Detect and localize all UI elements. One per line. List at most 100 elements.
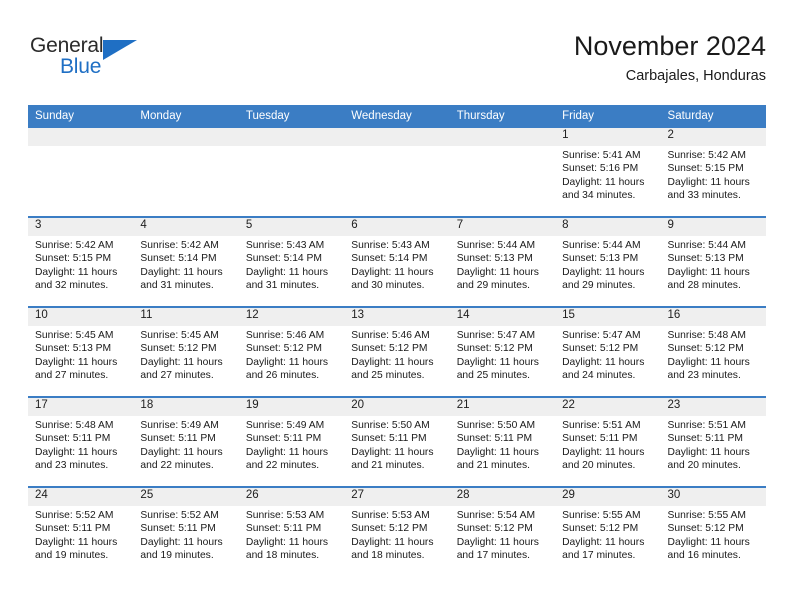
calendar-day-cell[interactable]: 25 Sunrise: 5:52 AM Sunset: 5:11 PM Dayligh… [133, 486, 239, 576]
daylight-duration-line2: and 21 minutes. [456, 460, 530, 472]
calendar-day-cell[interactable]: 19 Sunrise: 5:49 AM Sunset: 5:11 PM Dayligh… [238, 396, 345, 487]
calendar-day-cell[interactable]: 12 Sunrise: 5:46 AM Sunset: 5:12 PM Dayligh… [238, 306, 345, 397]
sunset-time: Sunset: 5:11 PM [351, 433, 427, 445]
daylight-duration-line1: Daylight: 11 hours [562, 266, 645, 278]
day-details: Sunrise: 5:42 AM Sunset: 5:15 PM Daylight:… [661, 146, 766, 203]
calendar-day-cell[interactable]: 18 Sunrise: 5:49 AM Sunset: 5:11 PM Dayligh… [133, 396, 239, 487]
sunset-time: Sunset: 5:15 PM [35, 253, 112, 265]
weekday-header-tuesday: Tuesday [238, 105, 345, 127]
day-number: 19 [238, 398, 345, 416]
sunrise-sunset-calendar: Sunday Monday Tuesday Wednesday Thursday… [28, 105, 766, 576]
sunrise-time: Sunrise: 5:53 AM [245, 510, 325, 521]
calendar-day-cell[interactable]: 20 Sunrise: 5:50 AM Sunset: 5:11 PM Dayligh… [344, 396, 450, 487]
calendar-day-cell[interactable]: 11 Sunrise: 5:45 AM Sunset: 5:12 PM Dayligh… [133, 306, 239, 397]
day-details: Sunrise: 5:41 AM Sunset: 5:16 PM Daylight:… [555, 146, 660, 203]
daylight-duration-line2: and 17 minutes. [562, 550, 636, 562]
calendar-day-cell-empty [28, 126, 134, 217]
sunset-time: Sunset: 5:12 PM [667, 523, 744, 535]
day-number: 6 [344, 218, 450, 236]
calendar-day-cell[interactable]: 29 Sunrise: 5:55 AM Sunset: 5:12 PM Dayligh… [555, 486, 661, 576]
daylight-duration-line1: Daylight: 11 hours [140, 446, 223, 458]
calendar-day-cell[interactable]: 15 Sunrise: 5:47 AM Sunset: 5:12 PM Dayligh… [555, 306, 661, 397]
sunrise-time: Sunrise: 5:53 AM [351, 510, 430, 521]
day-details: Sunrise: 5:55 AM Sunset: 5:12 PM Daylight:… [661, 506, 766, 563]
daylight-duration-line1: Daylight: 11 hours [667, 356, 750, 368]
calendar-day-cell[interactable]: 26 Sunrise: 5:53 AM Sunset: 5:11 PM Dayligh… [238, 486, 345, 576]
sunrise-time: Sunrise: 5:54 AM [456, 510, 536, 521]
sunrise-time: Sunrise: 5:48 AM [667, 330, 746, 341]
day-details: Sunrise: 5:52 AM Sunset: 5:11 PM Daylight:… [28, 506, 133, 563]
day-details: Sunrise: 5:49 AM Sunset: 5:11 PM Daylight:… [239, 416, 344, 473]
day-number: 15 [555, 308, 661, 326]
calendar-day-cell[interactable]: 2 Sunrise: 5:42 AM Sunset: 5:15 PM Daylight… [660, 126, 766, 217]
day-number: 21 [449, 398, 556, 416]
daylight-duration-line2: and 29 minutes. [562, 280, 636, 292]
daylight-duration-line2: and 33 minutes. [667, 190, 741, 202]
sunset-time: Sunset: 5:13 PM [456, 253, 533, 265]
daylight-duration-line2: and 18 minutes. [245, 550, 320, 562]
day-details: Sunrise: 5:54 AM Sunset: 5:12 PM Daylight:… [450, 506, 555, 563]
day-number: 16 [660, 308, 766, 326]
sunset-time: Sunset: 5:11 PM [245, 433, 322, 445]
daylight-duration-line1: Daylight: 11 hours [351, 356, 434, 368]
daylight-duration-line2: and 19 minutes. [140, 550, 214, 562]
calendar-day-cell[interactable]: 10 Sunrise: 5:45 AM Sunset: 5:13 PM Dayligh… [28, 306, 134, 397]
day-details: Sunrise: 5:43 AM Sunset: 5:14 PM Daylight:… [239, 236, 344, 293]
calendar-day-cell[interactable]: 1 Sunrise: 5:41 AM Sunset: 5:16 PM Daylight… [555, 126, 661, 217]
calendar-day-cell[interactable]: 22 Sunrise: 5:51 AM Sunset: 5:11 PM Dayligh… [555, 396, 661, 487]
day-number: 22 [555, 398, 661, 416]
day-number: 4 [133, 218, 239, 236]
calendar-day-cell[interactable]: 13 Sunrise: 5:46 AM Sunset: 5:12 PM Dayligh… [344, 306, 450, 397]
calendar-day-cell[interactable]: 28 Sunrise: 5:54 AM Sunset: 5:12 PM Dayligh… [449, 486, 556, 576]
sunrise-time: Sunrise: 5:48 AM [35, 420, 114, 431]
calendar-day-cell[interactable]: 27 Sunrise: 5:53 AM Sunset: 5:12 PM Dayligh… [344, 486, 450, 576]
calendar-day-cell[interactable]: 30 Sunrise: 5:55 AM Sunset: 5:12 PM Dayligh… [660, 486, 766, 576]
day-number: 29 [555, 488, 661, 506]
daylight-duration-line2: and 25 minutes. [456, 370, 530, 382]
daylight-duration-line2: and 22 minutes. [140, 460, 214, 472]
logo-text-blue: Blue [60, 55, 102, 78]
sunset-time: Sunset: 5:14 PM [351, 253, 428, 265]
daylight-duration-line1: Daylight: 11 hours [140, 356, 223, 368]
daylight-duration-line1: Daylight: 11 hours [351, 446, 434, 458]
daylight-duration-line2: and 27 minutes. [140, 370, 214, 382]
daylight-duration-line1: Daylight: 11 hours [456, 446, 539, 458]
location-subtitle: Carbajales, Honduras [625, 68, 766, 84]
sunset-time: Sunset: 5:13 PM [667, 253, 744, 265]
calendar-day-cell[interactable]: 17 Sunrise: 5:48 AM Sunset: 5:11 PM Dayligh… [28, 396, 134, 487]
sunset-time: Sunset: 5:11 PM [456, 433, 533, 445]
calendar-day-cell[interactable]: 16 Sunrise: 5:48 AM Sunset: 5:12 PM Dayligh… [660, 306, 766, 397]
calendar-day-cell[interactable]: 5 Sunrise: 5:43 AM Sunset: 5:14 PM Daylight… [238, 216, 345, 307]
page-title: November 2024 [573, 31, 766, 61]
weekday-header-row: Sunday Monday Tuesday Wednesday Thursday… [28, 105, 766, 127]
daylight-duration-line1: Daylight: 11 hours [562, 356, 645, 368]
day-details: Sunrise: 5:50 AM Sunset: 5:11 PM Daylight:… [344, 416, 449, 473]
sunset-time: Sunset: 5:11 PM [667, 433, 743, 445]
daylight-duration-line2: and 23 minutes. [667, 370, 741, 382]
sunset-time: Sunset: 5:12 PM [456, 523, 533, 535]
generalblue-logo[interactable]: General Blue [28, 34, 168, 90]
calendar-day-cell[interactable]: 9 Sunrise: 5:44 AM Sunset: 5:13 PM Daylight… [660, 216, 766, 307]
calendar-body: 1 Sunrise: 5:41 AM Sunset: 5:16 PM Daylight… [28, 126, 766, 576]
weekday-header-thursday: Thursday [449, 105, 556, 127]
sunrise-time: Sunrise: 5:52 AM [35, 510, 114, 521]
triangle-icon [103, 40, 137, 60]
day-details: Sunrise: 5:44 AM Sunset: 5:13 PM Daylight:… [661, 236, 766, 293]
calendar-day-cell[interactable]: 23 Sunrise: 5:51 AM Sunset: 5:11 PM Dayligh… [660, 396, 766, 487]
sunrise-time: Sunrise: 5:41 AM [562, 150, 641, 161]
calendar-day-cell[interactable]: 4 Sunrise: 5:42 AM Sunset: 5:14 PM Daylight… [133, 216, 239, 307]
daylight-duration-line1: Daylight: 11 hours [667, 446, 750, 458]
day-details: Sunrise: 5:55 AM Sunset: 5:12 PM Daylight:… [555, 506, 660, 563]
weekday-header-friday: Friday [555, 105, 661, 127]
calendar-day-cell[interactable]: 21 Sunrise: 5:50 AM Sunset: 5:11 PM Dayligh… [449, 396, 556, 487]
calendar-day-cell[interactable]: 14 Sunrise: 5:47 AM Sunset: 5:12 PM Dayligh… [449, 306, 556, 397]
sunset-time: Sunset: 5:14 PM [245, 253, 322, 265]
day-number: 30 [660, 488, 766, 506]
calendar-day-cell[interactable]: 6 Sunrise: 5:43 AM Sunset: 5:14 PM Daylight… [344, 216, 450, 307]
calendar-day-cell[interactable]: 8 Sunrise: 5:44 AM Sunset: 5:13 PM Daylight… [555, 216, 661, 307]
calendar-day-cell[interactable]: 3 Sunrise: 5:42 AM Sunset: 5:15 PM Daylight… [28, 216, 134, 307]
sunrise-time: Sunrise: 5:44 AM [667, 240, 746, 251]
calendar-day-cell[interactable]: 7 Sunrise: 5:44 AM Sunset: 5:13 PM Daylight… [449, 216, 556, 307]
calendar-day-cell[interactable]: 24 Sunrise: 5:52 AM Sunset: 5:11 PM Dayligh… [28, 486, 134, 576]
sunset-time: Sunset: 5:11 PM [35, 523, 111, 535]
